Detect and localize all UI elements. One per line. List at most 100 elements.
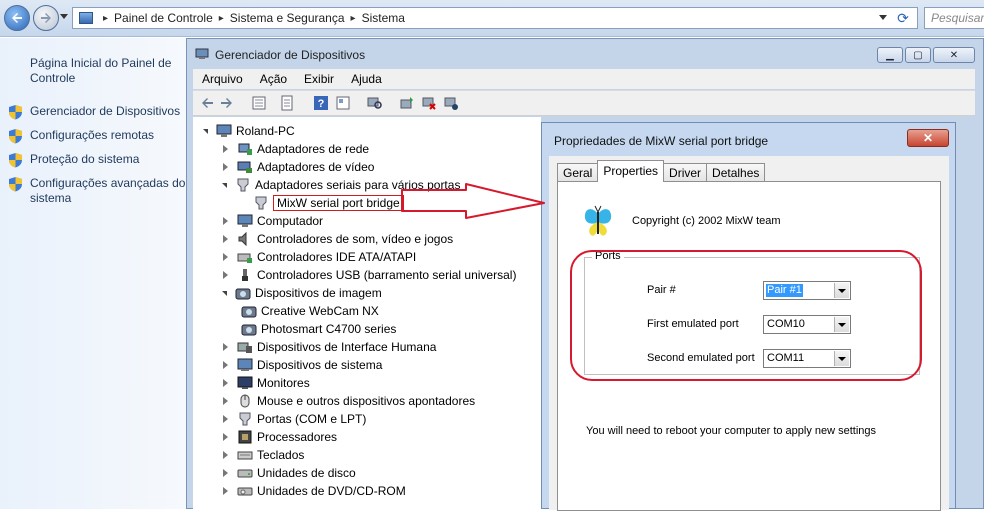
- properties-icon[interactable]: [279, 95, 295, 111]
- breadcrumb-system[interactable]: Sistema: [362, 11, 405, 25]
- forward-button[interactable]: [33, 5, 59, 31]
- collapse-arrow-icon[interactable]: [223, 235, 228, 243]
- tree-label: Creative WebCam NX: [261, 304, 379, 318]
- tree-item-webcam[interactable]: Creative WebCam NX: [241, 303, 379, 319]
- system-device-icon: [237, 358, 253, 371]
- device-manager-link[interactable]: Gerenciador de Dispositivos: [8, 104, 180, 120]
- tab-driver[interactable]: Driver: [663, 163, 708, 182]
- chevron-down-icon[interactable]: [834, 283, 849, 298]
- chevron-right-icon[interactable]: ▸: [103, 13, 108, 24]
- tree-item-hid[interactable]: Dispositivos de Interface Humana: [222, 339, 436, 355]
- window-controls: ▁ ▢ ✕: [877, 47, 975, 63]
- minimize-button[interactable]: ▁: [877, 47, 903, 63]
- collapse-arrow-icon[interactable]: [223, 163, 228, 171]
- tree-item-ports[interactable]: Portas (COM e LPT): [222, 411, 366, 427]
- expand-arrow-icon[interactable]: [222, 182, 227, 188]
- tree-item-imaging[interactable]: Dispositivos de imagem: [222, 285, 382, 301]
- tree-label: Dispositivos de Interface Humana: [257, 340, 437, 354]
- tree-item-photosmart[interactable]: Photosmart C4700 series: [241, 321, 396, 337]
- menu-acao[interactable]: Ação: [251, 72, 295, 86]
- collapse-arrow-icon[interactable]: [223, 487, 228, 495]
- speaker-icon: [238, 232, 247, 246]
- collapse-arrow-icon[interactable]: [223, 433, 228, 441]
- tree-item-mouse[interactable]: Mouse e outros dispositivos apontadores: [222, 393, 475, 409]
- collapse-arrow-icon[interactable]: [223, 469, 228, 477]
- tree-item-system-devices[interactable]: Dispositivos de sistema: [222, 357, 382, 373]
- view-icon[interactable]: [335, 95, 351, 111]
- breadcrumb-system-security[interactable]: Sistema e Segurança: [230, 11, 345, 25]
- tree-item-ide[interactable]: Controladores IDE ATA/ATAPI: [222, 249, 416, 265]
- properties-panel: Copyright (c) 2002 MixW team Ports Pair …: [557, 181, 941, 511]
- disable-device-icon[interactable]: [443, 95, 459, 111]
- back-arrow-icon[interactable]: [199, 95, 215, 111]
- address-dropdown[interactable]: [879, 15, 887, 20]
- help-icon[interactable]: ?: [313, 95, 329, 111]
- scan-hardware-icon[interactable]: [367, 95, 383, 111]
- forward-arrow-icon[interactable]: [219, 95, 235, 111]
- recent-pages-dropdown[interactable]: [60, 14, 68, 19]
- collapse-arrow-icon[interactable]: [223, 253, 228, 261]
- remote-settings-link[interactable]: Configurações remotas: [8, 128, 154, 144]
- hid-icon: [237, 342, 252, 353]
- tree-item-computer[interactable]: Computador: [222, 213, 323, 229]
- collapse-arrow-icon[interactable]: [223, 415, 228, 423]
- tree-item-disk-drives[interactable]: Unidades de disco: [222, 465, 356, 481]
- tree-item-sound[interactable]: Controladores de som, vídeo e jogos: [222, 231, 453, 247]
- collapse-arrow-icon[interactable]: [223, 397, 228, 405]
- link-label: Configurações remotas: [30, 128, 155, 142]
- tree-item-dvd[interactable]: Unidades de DVD/CD-ROM: [222, 483, 406, 499]
- back-button[interactable]: [4, 5, 30, 31]
- expand-arrow-icon[interactable]: [203, 128, 208, 134]
- first-port-select[interactable]: COM10: [763, 315, 851, 334]
- tree-item-monitors[interactable]: Monitores: [222, 375, 310, 391]
- tree-item-mixw-bridge[interactable]: MixW serial port bridge: [253, 195, 404, 211]
- collapse-arrow-icon[interactable]: [223, 217, 228, 225]
- tree-label-selected: MixW serial port bridge: [273, 195, 404, 211]
- maximize-button[interactable]: ▢: [905, 47, 931, 63]
- search-input[interactable]: Pesquisar: [924, 7, 984, 29]
- collapse-arrow-icon[interactable]: [223, 451, 228, 459]
- collapse-arrow-icon[interactable]: [223, 379, 228, 387]
- expand-arrow-icon[interactable]: [222, 290, 227, 296]
- tree-item-processors[interactable]: Processadores: [222, 429, 337, 445]
- mixw-butterfly-icon: [584, 205, 612, 236]
- chevron-down-icon[interactable]: [834, 351, 849, 366]
- collapse-arrow-icon[interactable]: [223, 361, 228, 369]
- system-protection-link[interactable]: Proteção do sistema: [8, 152, 139, 168]
- tree-item-keyboards[interactable]: Teclados: [222, 447, 304, 463]
- refresh-icon[interactable]: ⟳: [895, 10, 911, 26]
- collapse-arrow-icon[interactable]: [223, 343, 228, 351]
- second-port-select[interactable]: COM11: [763, 349, 851, 368]
- monitor-icon: [237, 376, 253, 389]
- group-label: Ports: [592, 250, 624, 262]
- tree-item-network[interactable]: Adaptadores de rede: [222, 141, 369, 157]
- update-driver-icon[interactable]: [399, 95, 415, 111]
- control-panel-home-link[interactable]: Página Inicial do Painel de Controle: [30, 56, 180, 86]
- tree-item-usb[interactable]: Controladores USB (barramento serial uni…: [222, 267, 516, 283]
- pair-select[interactable]: Pair #1: [763, 281, 851, 300]
- chevron-right-icon[interactable]: ▸: [219, 13, 224, 24]
- menu-ajuda[interactable]: Ajuda: [342, 72, 390, 86]
- tree-root[interactable]: Roland-PC: [203, 123, 295, 139]
- control-panel-icon: [79, 12, 93, 24]
- collapse-arrow-icon[interactable]: [223, 145, 228, 153]
- uninstall-icon[interactable]: [421, 95, 437, 111]
- chevron-right-icon[interactable]: ▸: [351, 13, 356, 24]
- collapse-arrow-icon[interactable]: [223, 271, 228, 279]
- address-bar[interactable]: ▸ Painel de Controle ▸ Sistema e Seguran…: [72, 7, 918, 29]
- menu-exibir[interactable]: Exibir: [295, 72, 342, 86]
- menu-arquivo[interactable]: Arquivo: [193, 72, 251, 86]
- dialog-close-button[interactable]: ✕: [907, 129, 949, 147]
- tree-item-video[interactable]: Adaptadores de vídeo: [222, 159, 374, 175]
- tree-label: Monitores: [257, 376, 310, 390]
- chevron-down-icon[interactable]: [834, 317, 849, 332]
- tab-geral[interactable]: Geral: [557, 163, 599, 182]
- close-button[interactable]: ✕: [933, 47, 975, 63]
- view-tree-icon[interactable]: [251, 95, 267, 111]
- tab-detalhes[interactable]: Detalhes: [706, 163, 766, 182]
- tree-label: Roland-PC: [236, 124, 295, 138]
- tree-item-serial-adapters[interactable]: Adaptadores seriais para vários portas: [222, 177, 460, 193]
- advanced-settings-link[interactable]: Configurações avançadas do sistema: [8, 176, 186, 206]
- breadcrumb-control-panel[interactable]: Painel de Controle: [114, 11, 213, 25]
- tab-properties[interactable]: Properties: [597, 160, 665, 182]
